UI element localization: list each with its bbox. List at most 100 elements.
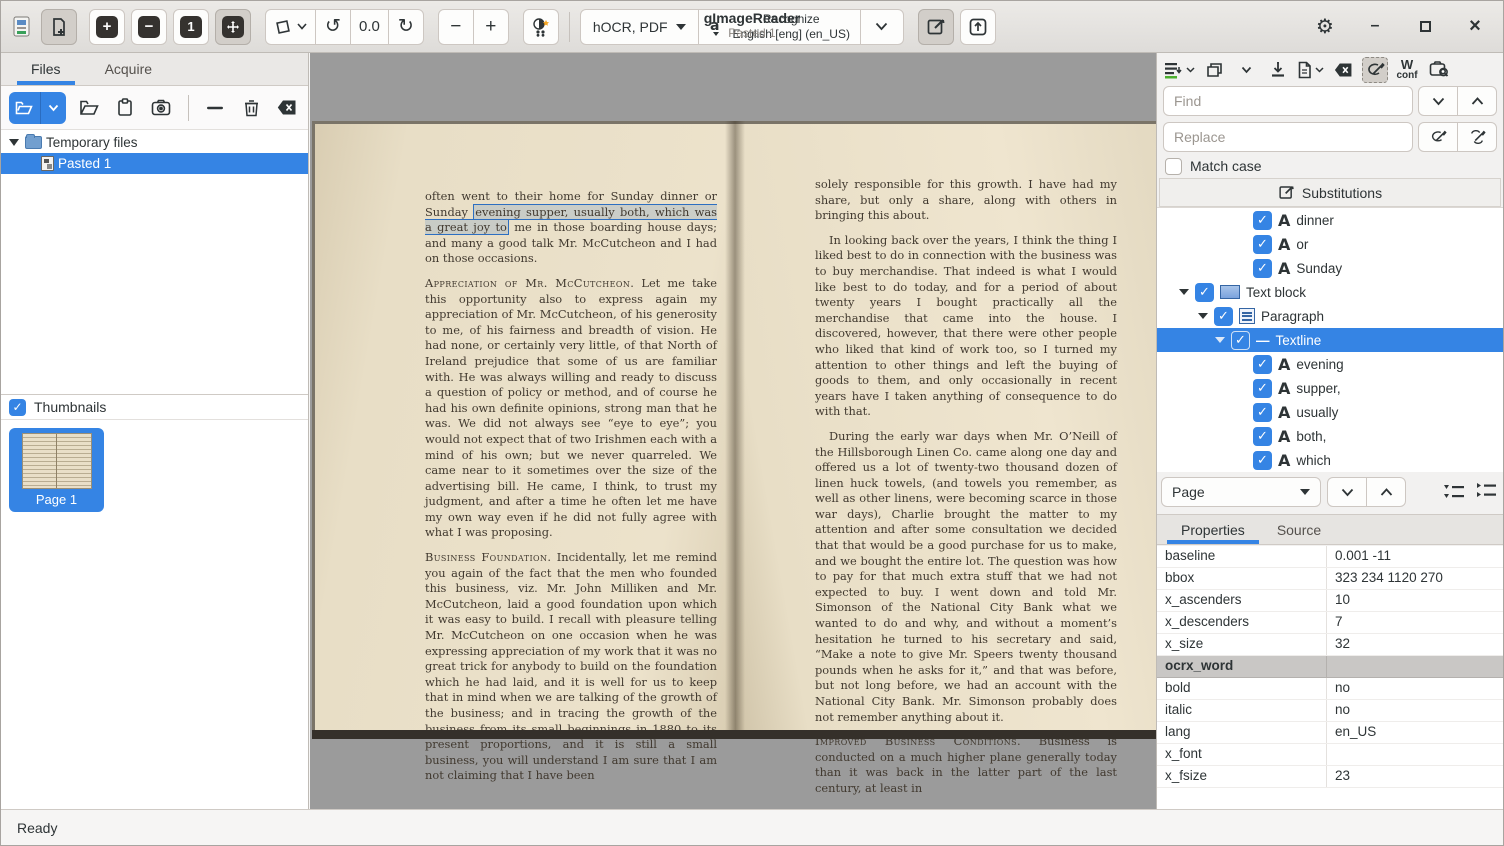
- delete-source-button[interactable]: [238, 93, 264, 123]
- tree-row-textline[interactable]: ✓ — Textline: [1157, 328, 1503, 352]
- open-output-button[interactable]: [960, 9, 996, 45]
- collapse-all-button[interactable]: [1473, 479, 1499, 505]
- tree-row-word[interactable]: ✓ A usually: [1157, 400, 1503, 424]
- decrease-button[interactable]: −: [438, 9, 474, 45]
- page-level-combo[interactable]: Page: [1161, 477, 1321, 507]
- word-checkbox[interactable]: ✓: [1253, 451, 1272, 470]
- save-output-button[interactable]: [1265, 57, 1291, 83]
- find-input[interactable]: [1163, 86, 1413, 116]
- tree-row-word[interactable]: ✓ A dinner: [1157, 208, 1503, 232]
- zoom-original-button[interactable]: 1: [173, 9, 209, 45]
- screenshot-button[interactable]: [148, 93, 174, 123]
- recognize-dropdown[interactable]: [860, 9, 904, 45]
- rotate-mode-dropdown[interactable]: [265, 9, 316, 45]
- replace-all-button[interactable]: [1457, 122, 1497, 152]
- word-checkbox[interactable]: ✓: [1253, 379, 1272, 398]
- find-replace-toggle[interactable]: [1362, 57, 1388, 83]
- property-row[interactable]: italicno: [1157, 700, 1503, 722]
- export-output-dropdown[interactable]: [1297, 57, 1324, 83]
- match-case-checkbox[interactable]: [1165, 158, 1182, 175]
- rotation-angle-value[interactable]: 0.0: [350, 9, 389, 45]
- expander-icon[interactable]: [9, 139, 19, 146]
- property-row[interactable]: bbox323 234 1120 270: [1157, 568, 1503, 590]
- tree-row-word[interactable]: ✓ A Sunday: [1157, 256, 1503, 280]
- tab-source[interactable]: Source: [1261, 515, 1337, 544]
- add-images-button[interactable]: [9, 92, 40, 124]
- word-checkbox[interactable]: ✓: [1253, 427, 1272, 446]
- property-row[interactable]: x_fsize23: [1157, 766, 1503, 788]
- remove-source-button[interactable]: [202, 93, 228, 123]
- increase-button[interactable]: +: [473, 9, 509, 45]
- property-row[interactable]: baseline0.001 -11: [1157, 546, 1503, 568]
- paste-page-button[interactable]: [41, 9, 77, 45]
- find-next-button[interactable]: [1418, 86, 1458, 116]
- image-canvas[interactable]: often went to their home for Sunday dinn…: [310, 53, 1156, 809]
- minimize-icon: –: [1371, 17, 1380, 35]
- tree-row-word[interactable]: ✓ A or: [1157, 232, 1503, 256]
- toggle-output-pane-button[interactable]: [918, 9, 954, 45]
- paste-button[interactable]: [112, 93, 138, 123]
- expand-all-button[interactable]: [1441, 479, 1467, 505]
- word-checkbox[interactable]: ✓: [1253, 211, 1272, 230]
- zoom-in-button[interactable]: +: [89, 9, 125, 45]
- tab-acquire[interactable]: Acquire: [87, 53, 170, 85]
- property-row[interactable]: x_ascenders10: [1157, 590, 1503, 612]
- output-mode-dropdown[interactable]: hOCR, PDF: [580, 9, 699, 45]
- scanned-book-image[interactable]: often went to their home for Sunday dinn…: [312, 121, 1156, 739]
- thumbnail-page-1[interactable]: Page 1: [9, 428, 104, 512]
- maximize-button[interactable]: [1407, 9, 1443, 43]
- tree-row-pasted-1[interactable]: Pasted 1: [1, 153, 308, 174]
- zoom-out-button[interactable]: −: [131, 9, 167, 45]
- replace-input[interactable]: [1163, 122, 1413, 152]
- tree-row-word[interactable]: ✓ A which: [1157, 448, 1503, 472]
- property-row[interactable]: x_size32: [1157, 634, 1503, 656]
- tree-row-word[interactable]: ✓ A evening: [1157, 352, 1503, 376]
- paragraph-checkbox[interactable]: ✓: [1214, 307, 1233, 326]
- find-prev-button[interactable]: [1457, 86, 1497, 116]
- expander-icon[interactable]: [1215, 337, 1225, 343]
- property-row[interactable]: x_font: [1157, 744, 1503, 766]
- minus-icon: [207, 106, 223, 110]
- property-row[interactable]: langen_US: [1157, 722, 1503, 744]
- minimize-button[interactable]: –: [1357, 9, 1393, 43]
- textline-checkbox[interactable]: ✓: [1231, 331, 1250, 350]
- tree-row-paragraph[interactable]: ✓ Paragraph: [1157, 304, 1503, 328]
- close-button[interactable]: ×: [1457, 9, 1493, 43]
- postprocess-button[interactable]: [1201, 57, 1227, 83]
- tab-files[interactable]: Files: [13, 53, 79, 85]
- property-row[interactable]: boldno: [1157, 678, 1503, 700]
- thumbnails-checkbox[interactable]: ✓: [9, 399, 26, 416]
- next-item-button[interactable]: [1327, 477, 1367, 507]
- tree-row-word[interactable]: ✓ A both,: [1157, 424, 1503, 448]
- substitutions-button[interactable]: Substitutions: [1159, 178, 1501, 207]
- word-checkbox[interactable]: ✓: [1253, 403, 1272, 422]
- word-checkbox[interactable]: ✓: [1253, 259, 1272, 278]
- open-folder-button[interactable]: [76, 93, 102, 123]
- tree-row-temporary-files[interactable]: Temporary files: [1, 132, 308, 153]
- prev-item-button[interactable]: [1366, 477, 1406, 507]
- expand-all-icon: [1443, 483, 1465, 501]
- zoom-fit-button[interactable]: [215, 9, 251, 45]
- image-controls-button[interactable]: [523, 9, 559, 45]
- tree-row-text-block[interactable]: ✓ Text block: [1157, 280, 1503, 304]
- word-checkbox[interactable]: ✓: [1253, 355, 1272, 374]
- tab-properties[interactable]: Properties: [1165, 515, 1261, 544]
- word-checkbox[interactable]: ✓: [1253, 235, 1272, 254]
- preview-toggle[interactable]: [1426, 57, 1452, 83]
- add-images-split-button[interactable]: [9, 92, 66, 124]
- clear-sources-button[interactable]: [274, 93, 300, 123]
- rotate-left-button[interactable]: ↺: [315, 9, 351, 45]
- postprocess-dropdown[interactable]: [1233, 57, 1259, 83]
- clear-output-button[interactable]: [1330, 57, 1356, 83]
- expander-icon[interactable]: [1179, 289, 1189, 295]
- add-images-dropdown[interactable]: [40, 92, 66, 124]
- insert-mode-dropdown[interactable]: [1163, 57, 1195, 83]
- replace-button[interactable]: [1418, 122, 1458, 152]
- settings-button[interactable]: ⚙: [1307, 9, 1343, 43]
- rotate-right-button[interactable]: ↻: [388, 9, 424, 45]
- show-confidence-toggle[interactable]: W conf: [1394, 57, 1420, 83]
- tree-row-word[interactable]: ✓ A supper,: [1157, 376, 1503, 400]
- block-checkbox[interactable]: ✓: [1195, 283, 1214, 302]
- property-row[interactable]: x_descenders7: [1157, 612, 1503, 634]
- expander-icon[interactable]: [1198, 313, 1208, 319]
